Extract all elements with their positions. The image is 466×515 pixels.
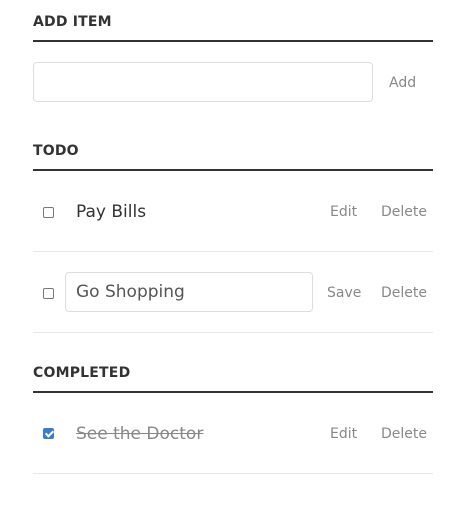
task-label: Pay Bills: [76, 202, 147, 222]
delete-button[interactable]: Delete: [381, 202, 427, 222]
add-item-heading: ADD ITEM: [33, 12, 433, 42]
delete-button[interactable]: Delete: [381, 283, 427, 303]
add-button[interactable]: Add: [389, 73, 416, 93]
todo-heading: TODO: [33, 141, 433, 171]
new-task-input[interactable]: [33, 62, 373, 102]
save-button[interactable]: Save: [327, 283, 361, 303]
edit-button[interactable]: Edit: [330, 424, 357, 444]
completed-heading: COMPLETED: [33, 363, 433, 393]
todo-app: ADD ITEM Add TODO Pay Bills Edit Delete …: [0, 0, 466, 515]
task-edit-input[interactable]: [65, 272, 313, 312]
todo-item-editing: Save Delete: [33, 252, 433, 333]
completed-item: See the Doctor Edit Delete: [33, 393, 433, 474]
task-label-completed: See the Doctor: [76, 424, 204, 444]
todo-item: Pay Bills Edit Delete: [33, 172, 433, 252]
task-checkbox-checked[interactable]: [43, 428, 54, 439]
task-checkbox[interactable]: [43, 288, 54, 299]
edit-button[interactable]: Edit: [330, 202, 357, 222]
delete-button[interactable]: Delete: [381, 424, 427, 444]
task-checkbox[interactable]: [43, 207, 54, 218]
